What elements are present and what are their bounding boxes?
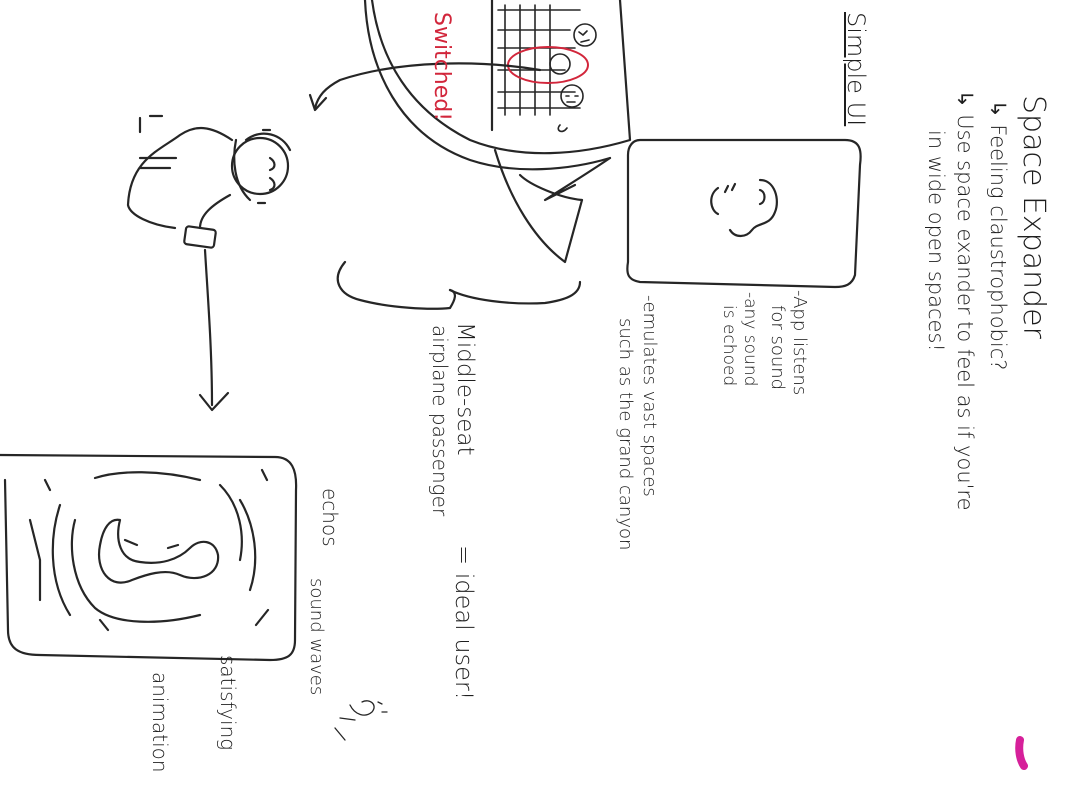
feature-3a: -emulates vast spaces (639, 295, 660, 497)
ideal-user-line-2: airplane passenger (428, 325, 452, 517)
phone-screen-1 (626, 138, 862, 289)
feature-1a: -App listens (789, 290, 810, 396)
satisfying-label: satisfying (216, 655, 240, 751)
feature-3b: such as the grand canyon (615, 318, 636, 551)
intro-line-2: ↳ Use space exander to feel as if you're (953, 90, 977, 511)
down-arrow-icon (198, 248, 230, 412)
phone-screen-2 (0, 453, 298, 662)
animation-label: animation (148, 672, 172, 773)
thought-bubble (336, 260, 582, 310)
intro-line-1: ↳ Feeling claustrophobic? (986, 100, 1010, 371)
switched-label: Switched! (429, 12, 454, 122)
airplane-window-bubble (363, 0, 632, 264)
sound-waves-label: sound waves (306, 578, 327, 696)
feature-1b: for sound (767, 305, 788, 391)
intro-line-3: in wide open spaces! (924, 130, 948, 352)
ideal-user-line-3: = ideal user! (450, 545, 478, 701)
passenger-with-headphones-icon (126, 114, 292, 249)
signature-doodle (334, 700, 388, 741)
passenger-seats-icon (497, 4, 597, 133)
ideal-user-line-1: Middle-seat (452, 322, 478, 456)
simple-ui-heading: Simple UI (842, 12, 870, 127)
feature-2b: is echoed (719, 305, 739, 387)
echos-label: echos (318, 488, 342, 547)
magenta-mark (1015, 736, 1028, 770)
feature-2a: -any sound (740, 292, 760, 387)
page-title: Space Expander (1016, 95, 1051, 339)
